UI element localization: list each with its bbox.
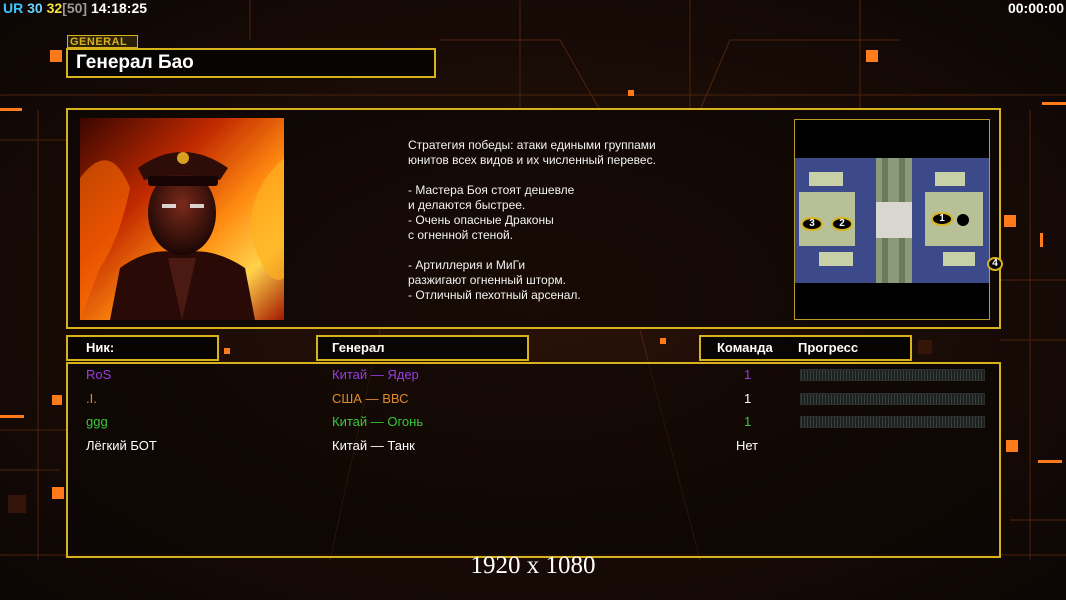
- player-row[interactable]: RoS Китай — Ядер 1: [0, 366, 1066, 390]
- general-tag: GENERAL: [67, 35, 138, 48]
- player-general[interactable]: Китай — Танк: [332, 437, 415, 454]
- map-start-marker-1[interactable]: 1: [931, 212, 953, 226]
- header-general-label: Генерал: [332, 340, 385, 355]
- player-progress-bar: [800, 369, 985, 381]
- player-general[interactable]: Китай — Ядер: [332, 366, 419, 383]
- header-general: Генерал: [316, 335, 529, 361]
- header-progress-label: Прогресс: [798, 340, 859, 355]
- hud-clock: 14:18:25: [90, 0, 148, 16]
- hud-stat-a: 30: [27, 0, 43, 16]
- header-team-label: Команда: [717, 340, 773, 355]
- player-general[interactable]: США — ВВС: [332, 390, 409, 407]
- map-preview[interactable]: 1 2 3 4: [794, 119, 1003, 320]
- player-team[interactable]: 1: [744, 390, 751, 407]
- player-nick: RoS: [86, 367, 112, 382]
- player-nick: Лёгкий БОТ: [86, 438, 157, 453]
- map-start-marker-4[interactable]: 4: [987, 257, 1003, 271]
- map-start-marker-2[interactable]: 2: [831, 217, 853, 231]
- header-nick: Ник:: [66, 335, 219, 361]
- general-title: Генерал Бао: [66, 48, 436, 78]
- player-progress-bar: [800, 416, 985, 428]
- player-team[interactable]: 1: [744, 366, 751, 383]
- header-team-progress: Команда Прогресс: [699, 335, 912, 361]
- player-team[interactable]: 1: [744, 413, 751, 430]
- player-row[interactable]: Лёгкий БОТ Китай — Танк Нет: [0, 437, 1066, 461]
- player-progress-bar: [800, 393, 985, 405]
- player-general[interactable]: Китай — Огонь: [332, 413, 423, 430]
- general-portrait: [80, 118, 284, 320]
- player-team[interactable]: Нет: [736, 437, 758, 454]
- player-nick: .I.: [86, 391, 97, 406]
- hud-timer: 00:00:00: [1007, 0, 1064, 16]
- player-row[interactable]: ggg Китай — Огонь 1: [0, 413, 1066, 437]
- hud-stat-b: 32: [46, 0, 63, 16]
- player-row[interactable]: .I. США — ВВС 1: [0, 390, 1066, 414]
- hud-stats: UR 30 32[50] 14:18:25: [3, 0, 147, 16]
- header-nick-label: Ник:: [86, 340, 115, 355]
- hud-stat-ur: UR: [3, 0, 24, 16]
- general-description: Стратегия победы: атаки едиными группами…: [408, 138, 656, 302]
- player-nick: ggg: [86, 414, 108, 429]
- resolution-label: 1920 x 1080: [470, 552, 596, 579]
- hud-stat-max: [50]: [62, 0, 88, 16]
- map-start-marker-3[interactable]: 3: [801, 217, 823, 231]
